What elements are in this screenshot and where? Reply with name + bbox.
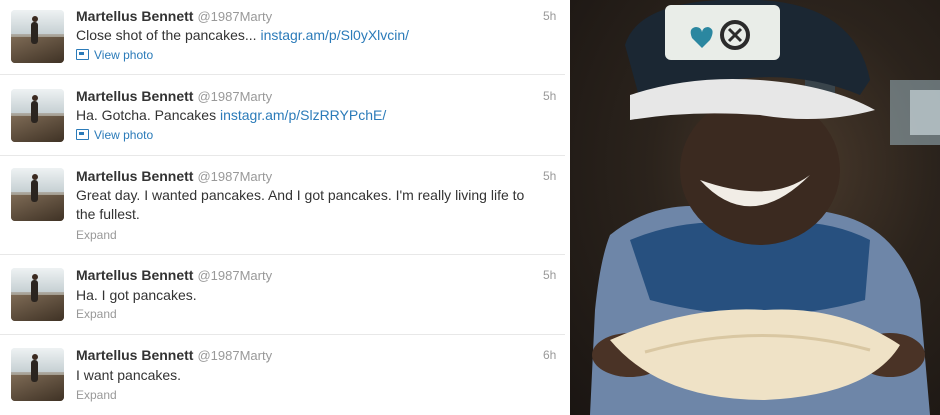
tweet-item[interactable]: Martellus Bennett @1987Marty 5h Ha. Gotch… <box>0 75 565 156</box>
author-handle[interactable]: @1987Marty <box>197 89 272 104</box>
tweet-feed: Martellus Bennett @1987Marty 5h Close sho… <box>0 0 565 415</box>
avatar[interactable] <box>11 168 64 221</box>
tweet-text: Ha. I got pancakes. <box>76 286 546 305</box>
tweet-time[interactable]: 5h <box>543 169 556 183</box>
tweet-time[interactable]: 5h <box>543 89 556 103</box>
tweet-author[interactable]: Martellus Bennett @1987Marty <box>76 267 272 283</box>
tweet-item[interactable]: Martellus Bennett @1987Marty 6h I want pa… <box>0 335 565 415</box>
view-photo-link[interactable]: View photo <box>76 48 153 62</box>
tweet-item[interactable]: Martellus Bennett @1987Marty 5h Close sho… <box>0 0 565 75</box>
tweet-author[interactable]: Martellus Bennett @1987Marty <box>76 8 272 24</box>
tweet-item[interactable]: Martellus Bennett @1987Marty 5h Ha. I got… <box>0 255 565 335</box>
tweet-item[interactable]: Martellus Bennett @1987Marty 5h Great day… <box>0 156 565 255</box>
author-handle[interactable]: @1987Marty <box>197 9 272 24</box>
tweet-author[interactable]: Martellus Bennett @1987Marty <box>76 168 272 184</box>
tweet-text: I want pancakes. <box>76 366 546 385</box>
tweet-photo[interactable] <box>570 0 940 415</box>
author-name[interactable]: Martellus Bennett <box>76 347 193 363</box>
tweet-time[interactable]: 5h <box>543 268 556 282</box>
expand-link[interactable]: Expand <box>76 228 117 242</box>
tweet-text: Close shot of the pancakes... instagr.am… <box>76 26 546 45</box>
tweet-text: Great day. I wanted pancakes. And I got … <box>76 186 546 224</box>
avatar[interactable] <box>11 268 64 321</box>
author-handle[interactable]: @1987Marty <box>197 268 272 283</box>
view-photo-label[interactable]: View photo <box>94 48 153 62</box>
view-photo-link[interactable]: View photo <box>76 128 153 142</box>
tweet-link[interactable]: instagr.am/p/SlzRRYPchE/ <box>220 107 386 123</box>
author-name[interactable]: Martellus Bennett <box>76 88 193 104</box>
tweet-time[interactable]: 5h <box>543 9 556 23</box>
tweet-link[interactable]: instagr.am/p/Sl0yXlvcin/ <box>260 27 409 43</box>
tweet-body: Great day. I wanted pancakes. And I got … <box>76 187 525 222</box>
author-name[interactable]: Martellus Bennett <box>76 8 193 24</box>
avatar[interactable] <box>11 348 64 401</box>
author-handle[interactable]: @1987Marty <box>197 169 272 184</box>
tweet-body: Ha. Gotcha. Pancakes <box>76 107 220 123</box>
tweet-text: Ha. Gotcha. Pancakes instagr.am/p/SlzRRY… <box>76 106 546 125</box>
avatar[interactable] <box>11 89 64 142</box>
tweet-body: I want pancakes. <box>76 367 182 383</box>
tweet-body: Close shot of the pancakes... <box>76 27 261 43</box>
avatar[interactable] <box>11 10 64 63</box>
photo-illustration <box>590 0 940 415</box>
view-photo-label[interactable]: View photo <box>94 128 153 142</box>
photo-icon <box>76 129 89 140</box>
tweet-body: Ha. I got pancakes. <box>76 287 197 303</box>
author-name[interactable]: Martellus Bennett <box>76 168 193 184</box>
author-name[interactable]: Martellus Bennett <box>76 267 193 283</box>
tweet-time[interactable]: 6h <box>543 348 556 362</box>
expand-link[interactable]: Expand <box>76 307 117 321</box>
tweet-author[interactable]: Martellus Bennett @1987Marty <box>76 347 272 363</box>
expand-link[interactable]: Expand <box>76 388 117 402</box>
author-handle[interactable]: @1987Marty <box>197 348 272 363</box>
photo-icon <box>76 49 89 60</box>
tweet-author[interactable]: Martellus Bennett @1987Marty <box>76 88 272 104</box>
